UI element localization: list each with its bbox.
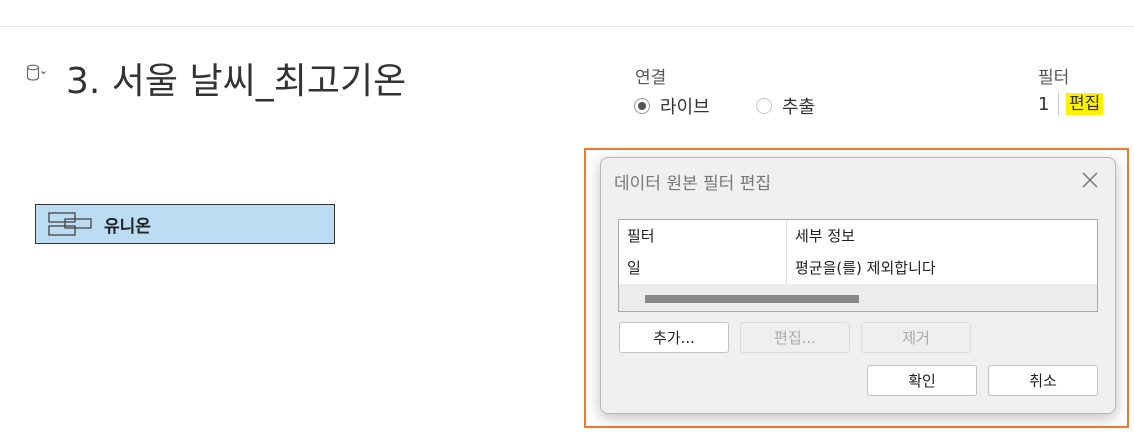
filters-count: 1: [1038, 94, 1050, 115]
table-row[interactable]: 일 평균을(를) 제외합니다: [619, 252, 1097, 280]
edit-button[interactable]: 편집...: [740, 322, 850, 353]
row-details-cell: 평균을(를) 제외합니다: [795, 259, 936, 277]
filters-edit-link[interactable]: 편집: [1066, 93, 1104, 115]
connection-option-extract-label: 추출: [782, 97, 816, 118]
filters-separator: [1058, 92, 1059, 116]
cancel-button[interactable]: 취소: [988, 365, 1098, 396]
union-table-label: 유니온: [104, 216, 151, 237]
table-header-row: 필터 세부 정보: [619, 220, 1097, 248]
add-button[interactable]: 추가...: [619, 322, 729, 353]
dialog-title: 데이터 원본 필터 편집: [614, 174, 771, 194]
connection-option-live-label: 라이브: [660, 97, 710, 118]
edit-datasource-filters-dialog: 데이터 원본 필터 편집 필터 세부 정보 일 평균을(를) 제외합니다 추가.…: [600, 157, 1116, 414]
union-table-icon: [48, 212, 92, 236]
scrollbar-thumb[interactable]: [645, 295, 859, 303]
radio-extract[interactable]: [756, 98, 772, 114]
header-details: 세부 정보: [795, 227, 855, 245]
datasource-title[interactable]: 3. 서울 날씨_최고기온: [66, 52, 406, 104]
remove-button[interactable]: 제거: [861, 322, 971, 353]
close-icon[interactable]: [1079, 169, 1101, 191]
radio-live[interactable]: [634, 98, 650, 114]
ok-button[interactable]: 확인: [867, 365, 977, 396]
header-filter: 필터: [627, 227, 655, 245]
connection-label: 연결: [635, 68, 667, 88]
union-table[interactable]: 유니온: [35, 204, 335, 244]
horizontal-scrollbar[interactable]: [619, 284, 1097, 311]
filters-label: 필터: [1038, 68, 1070, 88]
database-icon[interactable]: [26, 64, 48, 82]
row-filter-cell: 일: [627, 259, 641, 277]
filter-list-table: 필터 세부 정보 일 평균을(를) 제외합니다: [618, 219, 1098, 312]
top-divider: [0, 26, 1134, 27]
connection-option-extract[interactable]: 추출: [756, 93, 815, 119]
connection-option-live[interactable]: 라이브: [634, 93, 710, 119]
